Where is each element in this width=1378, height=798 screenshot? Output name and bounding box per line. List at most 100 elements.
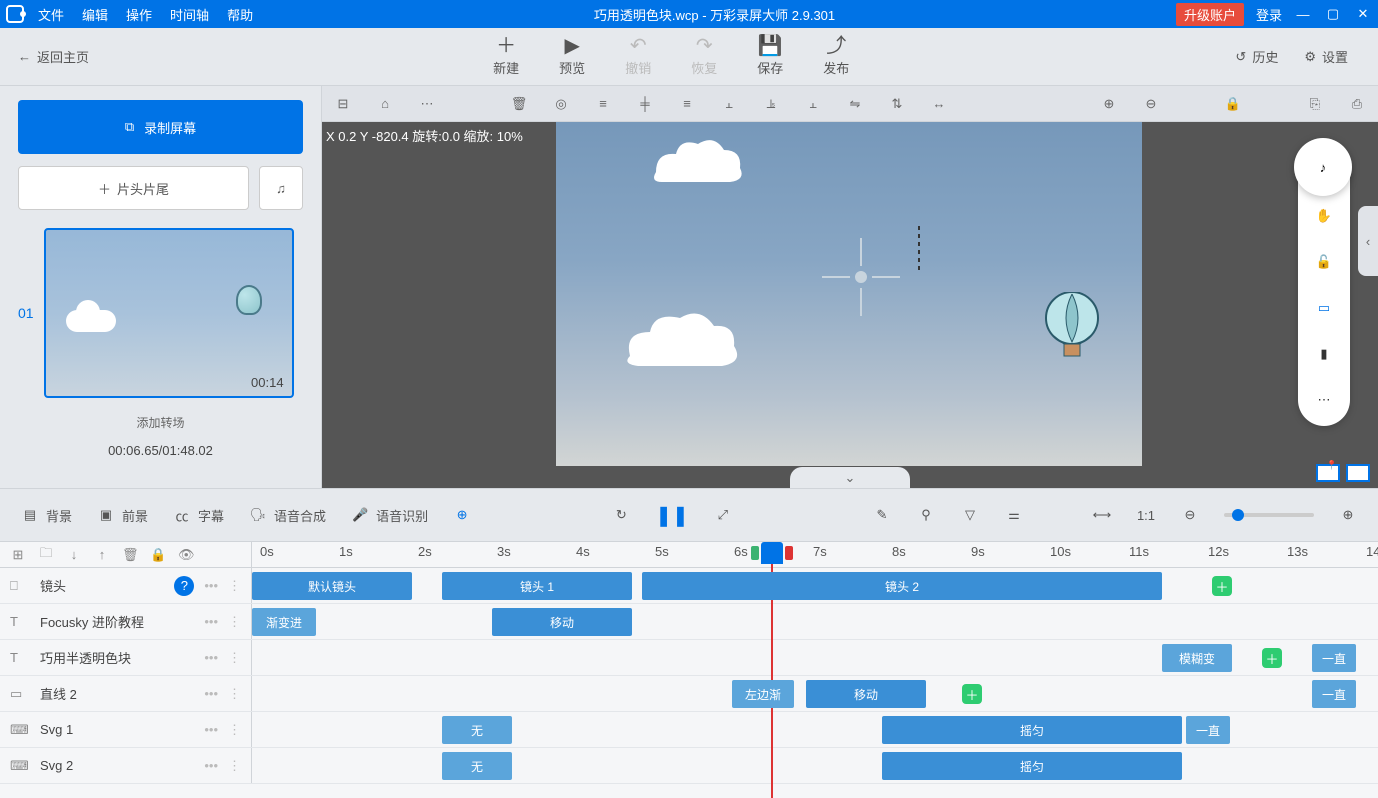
settings-button[interactable]: ⚙ 设置 — [1304, 47, 1348, 66]
minimap[interactable]: 📍 — [1316, 464, 1370, 482]
visibility-icon[interactable]: 👁 — [178, 547, 194, 563]
track-head[interactable]: ⎕镜头?•••⋮ — [0, 568, 252, 603]
add-keyframe-button[interactable]: ＋ — [1262, 648, 1282, 668]
preview-button[interactable]: ▶预览 — [559, 36, 585, 77]
menu-help[interactable]: 帮助 — [227, 5, 253, 24]
distribute-v-icon[interactable]: ⇅ — [886, 93, 908, 115]
align-left-icon[interactable]: ≡ — [592, 93, 614, 115]
track-head[interactable]: ⌨Svg 2•••⋮ — [0, 748, 252, 783]
save-button[interactable]: 💾保存 — [757, 36, 783, 77]
align-center-icon[interactable]: ╪ — [634, 93, 656, 115]
home-icon[interactable]: ⌂ — [374, 93, 396, 115]
track-head[interactable]: T巧用半透明色块•••⋮ — [0, 640, 252, 675]
zoom-out-timeline-icon[interactable]: ⊖ — [1180, 505, 1200, 525]
restart-icon[interactable]: ↻ — [611, 505, 631, 525]
timeline-clip[interactable]: 移动 — [806, 680, 926, 708]
copy-icon[interactable]: ⎘ — [1304, 93, 1326, 115]
canvas-music-button[interactable]: ♪ — [1294, 138, 1352, 196]
subtitle-button[interactable]: ㏄字幕 — [172, 505, 224, 525]
playhead[interactable] — [761, 542, 783, 564]
track-menu-icon[interactable]: ••• — [204, 722, 218, 737]
align-bottom-icon[interactable]: ⫠ — [802, 93, 824, 115]
new-button[interactable]: ＋新建 — [493, 36, 519, 77]
track-menu-icon[interactable]: ••• — [204, 614, 218, 629]
timeline-clip[interactable]: 模糊变 — [1162, 644, 1232, 672]
unlock-icon[interactable]: 🔓 — [1312, 250, 1336, 274]
timeline-clip[interactable]: 镜头 2 — [642, 572, 1162, 600]
timeline-clip[interactable]: 无 — [442, 752, 512, 780]
align-middle-icon[interactable]: ⫡ — [760, 93, 782, 115]
track-drag-icon[interactable]: ⋮ — [228, 614, 241, 630]
track-body[interactable]: 无 摇匀一直 — [252, 712, 1378, 747]
expand-icon[interactable]: ⤢ — [713, 505, 733, 525]
track-menu-icon[interactable]: ••• — [204, 758, 218, 773]
more-controls-button[interactable]: ⊕ — [452, 505, 472, 525]
asr-button[interactable]: 🎤语音识别 — [350, 505, 428, 525]
menu-file[interactable]: 文件 — [38, 5, 64, 24]
desktop-view-icon[interactable]: ▭ — [1312, 296, 1336, 320]
track-body[interactable]: 渐变进移动 — [252, 604, 1378, 639]
menu-action[interactable]: 操作 — [126, 5, 152, 24]
add-transition-label[interactable]: 添加转场 — [18, 414, 303, 431]
timeline-clip[interactable]: 无 — [442, 716, 512, 744]
canvas-content[interactable] — [556, 122, 1142, 466]
login-button[interactable]: 登录 — [1256, 5, 1282, 24]
back-home-button[interactable]: ← 返回主页 — [0, 47, 107, 66]
track-body[interactable]: 默认镜头镜头 1镜头 2＋ — [252, 568, 1378, 603]
music-button[interactable]: ♫ — [259, 166, 303, 210]
align-right-icon[interactable]: ≡ — [676, 93, 698, 115]
menu-edit[interactable]: 编辑 — [82, 5, 108, 24]
add-keyframe-button[interactable]: ＋ — [962, 684, 982, 704]
zoom-in-timeline-icon[interactable]: ⊕ — [1338, 505, 1358, 525]
timeline-clip[interactable]: 移动 — [492, 608, 632, 636]
foreground-button[interactable]: ▣前景 — [96, 505, 148, 525]
add-track-icon[interactable]: ⊞ — [10, 547, 26, 563]
timeline-clip[interactable]: 左边渐 — [732, 680, 794, 708]
canvas-expand-toggle[interactable]: ⌄ — [790, 467, 910, 488]
track-head[interactable]: TFocusky 进阶教程•••⋮ — [0, 604, 252, 639]
arrow-up-icon[interactable]: ↑ — [94, 547, 110, 562]
more-icon[interactable]: ⋯ — [416, 93, 438, 115]
arrow-down-icon[interactable]: ↓ — [66, 547, 82, 562]
mobile-view-icon[interactable]: ▮ — [1312, 342, 1336, 366]
folder-icon[interactable]: 🗀 — [38, 544, 54, 566]
track-menu-icon[interactable]: ••• — [204, 686, 218, 701]
track-drag-icon[interactable]: ⋮ — [228, 686, 241, 702]
track-menu-icon[interactable]: ••• — [204, 578, 218, 593]
add-intro-outro-button[interactable]: ＋ 片头片尾 — [18, 166, 249, 210]
scene-thumbnail[interactable]: 00:14 — [44, 228, 294, 398]
delete-track-icon[interactable]: 🗑 — [122, 547, 138, 563]
zoom-out-icon[interactable]: ⊖ — [1140, 93, 1162, 115]
track-head[interactable]: ▭直线 2•••⋮ — [0, 676, 252, 711]
track-body[interactable]: 模糊变 一直 ＋ — [252, 640, 1378, 675]
timeline-clip[interactable]: 摇匀 — [882, 716, 1182, 744]
close-icon[interactable]: ✕ — [1354, 5, 1372, 23]
track-body[interactable]: 左边渐移动一直＋ — [252, 676, 1378, 711]
timeline-clip[interactable]: 一直 — [1312, 644, 1356, 672]
spread-icon[interactable]: ↔ — [928, 93, 950, 115]
timeline-clip[interactable]: 一直 — [1186, 716, 1230, 744]
zoom-slider[interactable] — [1224, 513, 1314, 517]
sliders-icon[interactable]: ⚌ — [1004, 505, 1024, 525]
track-body[interactable]: 无摇匀 — [252, 748, 1378, 783]
timeline-clip[interactable]: 镜头 1 — [442, 572, 632, 600]
track-head[interactable]: ⌨Svg 1•••⋮ — [0, 712, 252, 747]
add-keyframe-button[interactable]: ＋ — [1212, 576, 1232, 596]
track-drag-icon[interactable]: ⋮ — [228, 758, 241, 774]
help-icon[interactable]: ? — [174, 576, 194, 596]
filter-icon[interactable]: ⚲ — [916, 505, 936, 525]
upgrade-button[interactable]: 升级账户 — [1176, 3, 1244, 26]
lock-track-icon[interactable]: 🔒 — [150, 547, 166, 563]
track-drag-icon[interactable]: ⋮ — [228, 650, 241, 666]
minimap-view-icon[interactable]: 📍 — [1316, 464, 1340, 482]
hand-icon[interactable]: ✋ — [1312, 204, 1336, 228]
ruler-icon[interactable]: ⊟ — [332, 93, 354, 115]
maximize-icon[interactable]: ▢ — [1324, 5, 1342, 23]
target-icon[interactable]: ◎ — [550, 93, 572, 115]
zoom-in-icon[interactable]: ⊕ — [1098, 93, 1120, 115]
publish-button[interactable]: ⤴发布 — [823, 36, 849, 77]
more-float-icon[interactable]: ⋯ — [1312, 388, 1336, 412]
timeline-ruler[interactable]: 0s1s2s3s4s5s6s7s8s9s10s11s12s13s14s — [252, 542, 1378, 567]
track-menu-icon[interactable]: ••• — [204, 650, 218, 665]
funnel-icon[interactable]: ▽ — [960, 505, 980, 525]
